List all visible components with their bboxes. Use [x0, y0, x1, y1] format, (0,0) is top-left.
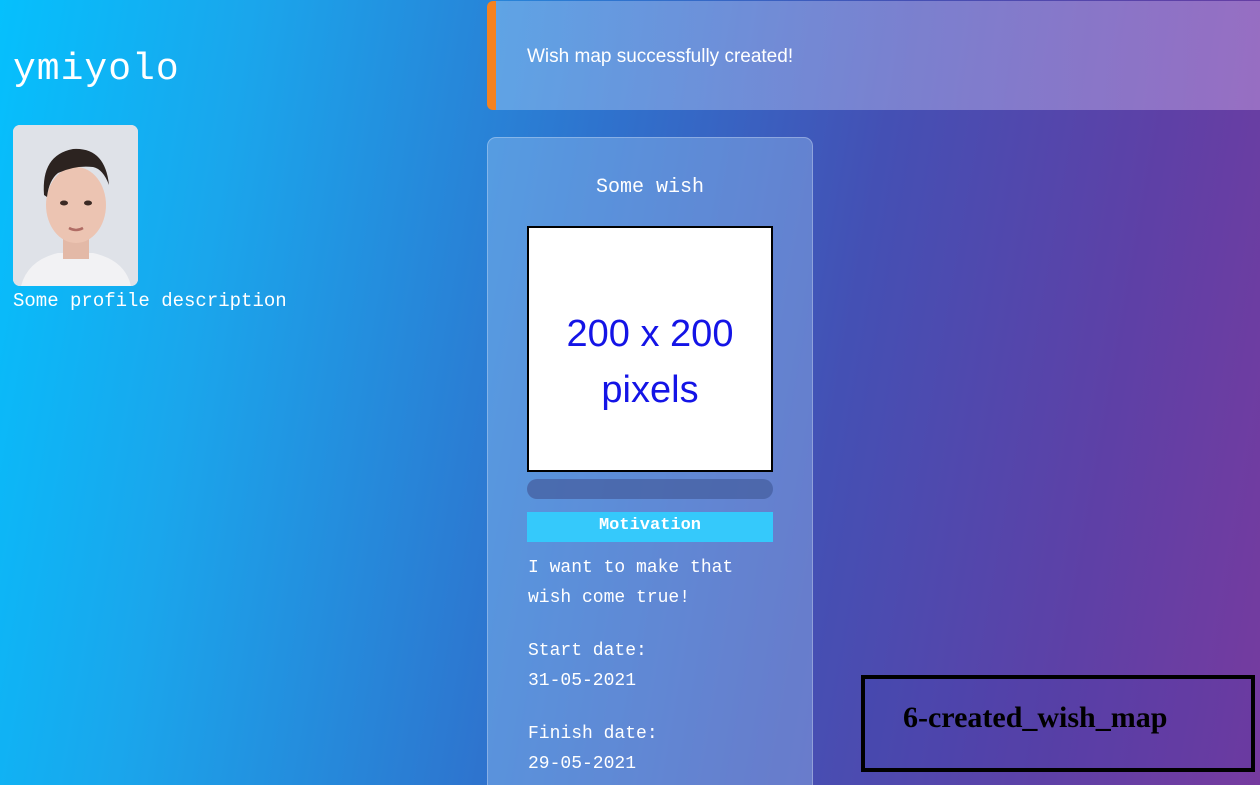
profile-name: ymiyolo	[13, 48, 180, 91]
motivation-label: Motivation	[527, 512, 773, 542]
start-date-value: 31-05-2021	[528, 671, 637, 691]
finish-date-value: 29-05-2021	[528, 754, 637, 774]
notification-message: Wish map successfully created!	[527, 46, 794, 67]
wish-image-placeholder-text: 200 x 200 pixels	[566, 313, 734, 411]
wish-progress-bar	[527, 479, 773, 499]
avatar-photo-icon	[13, 125, 138, 286]
avatar	[13, 125, 138, 286]
motivation-text: I want to make that wish come true!	[528, 558, 734, 608]
success-notification: Wish map successfully created!	[487, 1, 1260, 110]
start-date-label: Start date:	[528, 641, 647, 661]
wish-title: Some wish	[595, 176, 705, 199]
finish-date-label: Finish date:	[528, 724, 658, 744]
wish-image: 200 x 200 pixels	[527, 226, 773, 472]
screenshot-caption: 6-created_wish_map	[903, 701, 1168, 734]
wish-card[interactable]: Some wish 200 x 200 pixels Motivation I …	[487, 137, 813, 785]
screenshot-caption-box: 6-created_wish_map	[861, 675, 1255, 772]
profile-description: Some profile description	[13, 290, 287, 312]
